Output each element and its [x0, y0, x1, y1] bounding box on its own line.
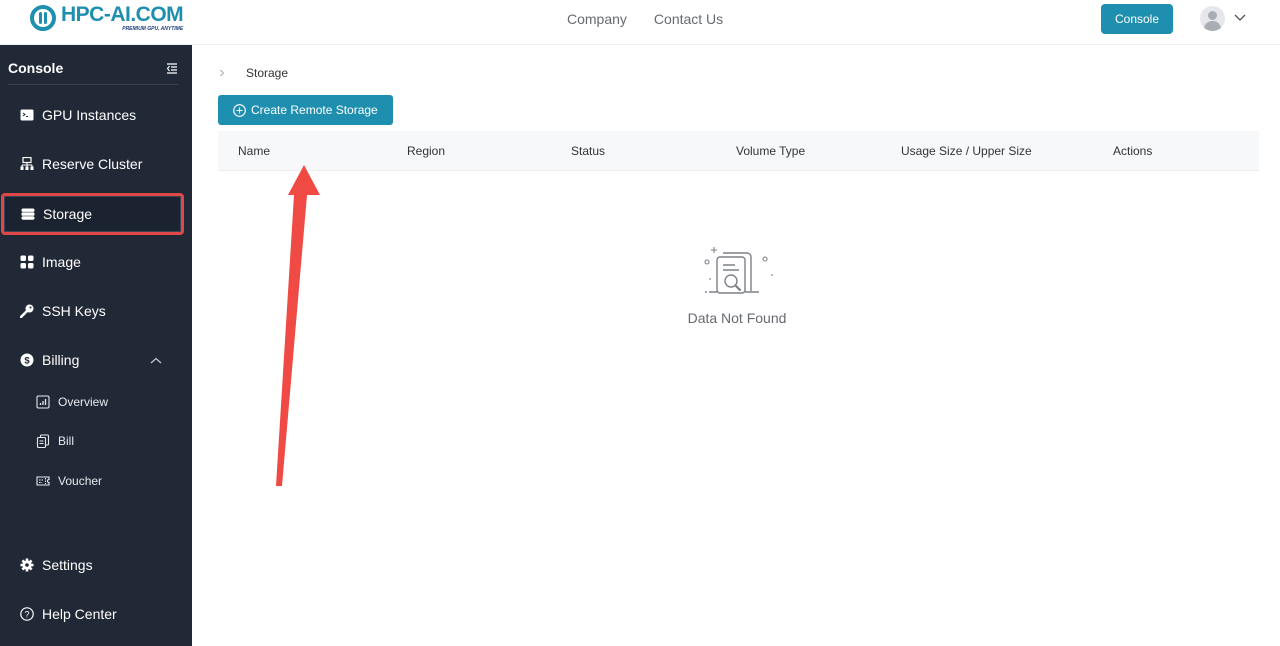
sidebar-subitem-bill[interactable]: Bill — [36, 429, 74, 453]
dollar-icon: $ — [20, 353, 34, 367]
create-button-label: Create Remote Storage — [251, 103, 378, 117]
breadcrumb-current: Storage — [246, 66, 289, 80]
table-header: Name Region Status Volume Type Usage Siz… — [218, 131, 1259, 171]
empty-state: Data Not Found — [682, 245, 792, 326]
avatar[interactable] — [1200, 6, 1225, 31]
main-content: Storage Create Remote Storage Name Regio… — [192, 45, 1280, 646]
sidebar-item-label: Reserve Cluster — [42, 156, 143, 172]
chart-icon — [36, 395, 50, 409]
nav-company[interactable]: Company — [567, 11, 627, 27]
sidebar-item-label: GPU Instances — [42, 107, 137, 123]
no-data-icon — [704, 247, 773, 294]
logo[interactable]: HPC-AI.COM PREMIUM GPU, ANYTIME — [30, 3, 184, 32]
logo-name: HPC-AI.COM — [61, 3, 184, 26]
logo-tagline: PREMIUM GPU, ANYTIME — [122, 26, 184, 32]
grid-icon — [20, 255, 34, 269]
column-header-name[interactable]: Name — [238, 144, 270, 158]
logo-icon — [30, 5, 56, 31]
sidebar-item-gpu-instances[interactable]: GPU Instances — [8, 97, 180, 133]
clipboard-icon — [36, 434, 50, 448]
sidebar-item-help-center[interactable]: ? Help Center — [8, 596, 180, 632]
sidebar-item-label: Billing — [42, 352, 80, 368]
key-icon — [20, 304, 34, 318]
sidebar-item-label: Settings — [42, 557, 93, 573]
sidebar: Console GPU Instances Reserve Cluster St… — [0, 45, 192, 646]
chevron-down-icon[interactable] — [1234, 11, 1246, 23]
sidebar-subitem-overview[interactable]: Overview — [36, 390, 108, 414]
sidebar-item-label: SSH Keys — [42, 303, 106, 319]
column-header-region[interactable]: Region — [407, 144, 445, 158]
sidebar-item-image[interactable]: Image — [8, 244, 180, 280]
sidebar-subitem-label: Bill — [58, 434, 75, 448]
column-header-volume-type[interactable]: Volume Type — [736, 144, 805, 158]
plus-circle-icon — [233, 103, 246, 117]
sidebar-item-storage[interactable]: Storage — [1, 193, 184, 235]
svg-text:?: ? — [24, 609, 29, 619]
gear-icon — [20, 558, 34, 572]
sidebar-item-label: Storage — [43, 206, 93, 222]
create-remote-storage-button[interactable]: Create Remote Storage — [218, 95, 393, 125]
collapse-menu-icon[interactable] — [166, 62, 178, 74]
top-bar: HPC-AI.COM PREMIUM GPU, ANYTIME Company … — [0, 0, 1280, 45]
chevron-up-icon[interactable] — [150, 355, 162, 367]
sidebar-item-ssh-keys[interactable]: SSH Keys — [8, 293, 180, 329]
nav-contact-us[interactable]: Contact Us — [654, 11, 723, 27]
sidebar-item-label: Image — [42, 254, 81, 270]
ticket-icon — [36, 476, 50, 486]
sidebar-subitem-label: Voucher — [58, 474, 103, 488]
column-header-actions[interactable]: Actions — [1113, 144, 1152, 158]
storage-icon — [21, 207, 35, 221]
help-icon: ? — [20, 607, 34, 621]
sidebar-title: Console — [8, 60, 64, 76]
sidebar-item-settings[interactable]: Settings — [8, 547, 180, 583]
sidebar-subitem-voucher[interactable]: Voucher — [36, 469, 102, 493]
sidebar-item-label: Help Center — [42, 606, 117, 622]
console-button[interactable]: Console — [1101, 4, 1173, 34]
terminal-icon — [20, 108, 34, 122]
sidebar-item-reserve-cluster[interactable]: Reserve Cluster — [8, 146, 180, 182]
top-nav: Company Contact Us — [567, 11, 723, 27]
sidebar-divider — [8, 84, 178, 85]
breadcrumb: Storage — [218, 66, 288, 80]
chevron-right-icon — [220, 69, 225, 77]
sidebar-subitem-label: Overview — [58, 395, 109, 409]
column-header-usage-size[interactable]: Usage Size / Upper Size — [901, 144, 1032, 158]
cluster-icon — [20, 157, 34, 171]
svg-text:$: $ — [24, 356, 30, 367]
column-header-status[interactable]: Status — [571, 144, 605, 158]
empty-state-text: Data Not Found — [687, 310, 787, 326]
